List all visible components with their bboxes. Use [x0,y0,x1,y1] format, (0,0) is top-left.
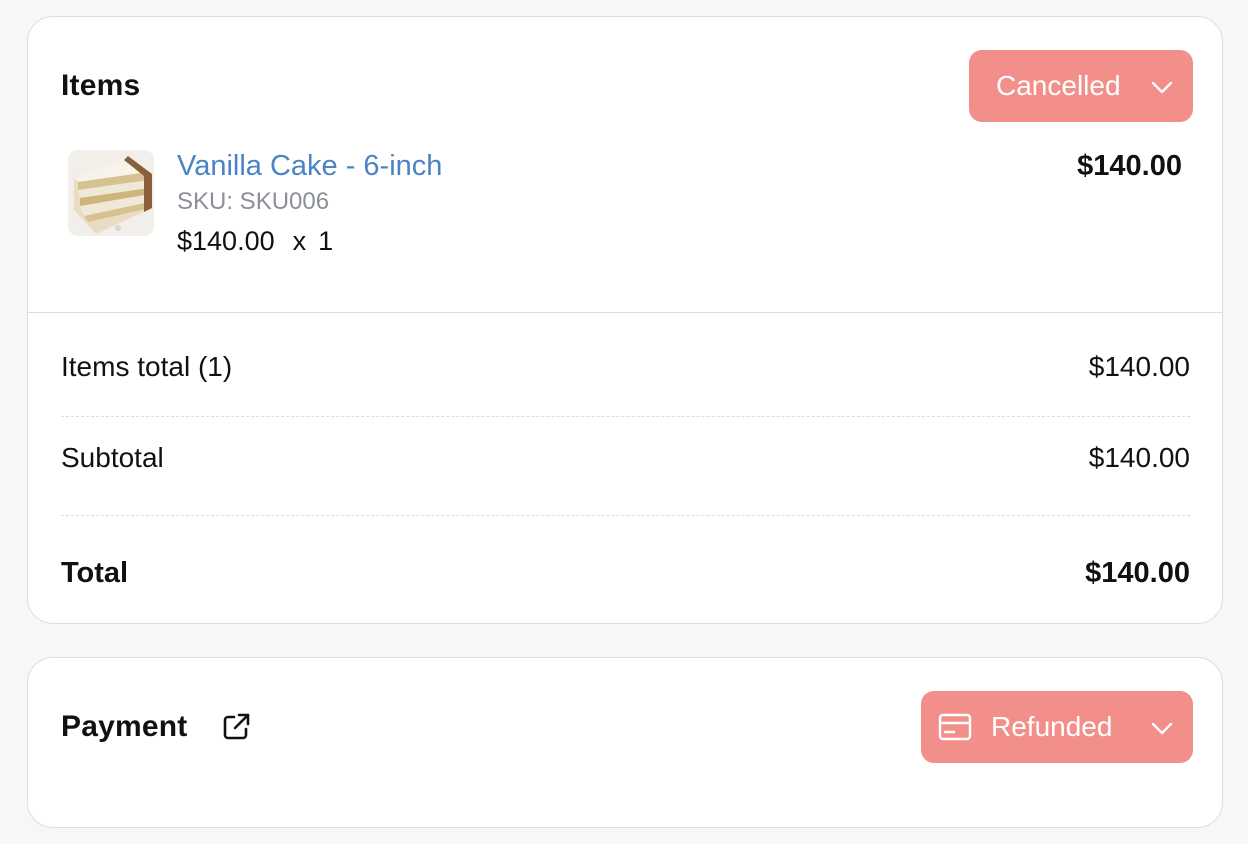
total-value: $140.00 [1085,557,1190,589]
subtotal-value: $140.00 [1088,442,1190,473]
credit-card-icon [938,713,972,741]
product-sku: SKU: SKU006 [177,188,330,215]
times-sign: x [292,226,307,256]
product-price-quantity: $140.00 x 1 [177,226,333,257]
subtotal-row: Subtotal $140.00 [61,442,1190,474]
product-line-total: $140.00 [1077,150,1182,182]
order-status-label: Cancelled [996,70,1121,101]
dashed-divider [61,416,1190,417]
product-unit-price: $140.00 [177,226,275,256]
chevron-down-icon [1151,81,1173,94]
payment-status-dropdown[interactable]: Refunded [921,691,1193,763]
chevron-down-icon [1151,722,1173,735]
items-total-value: $140.00 [1088,351,1190,382]
order-status-dropdown[interactable]: Cancelled [969,50,1193,122]
items-card: Items Cancelled Vanilla Cake - 6-inch SK… [27,16,1223,624]
items-total-label: Items total (1) [61,351,233,382]
payment-status-label: Refunded [991,711,1113,742]
payment-title: Payment [61,710,188,743]
total-label: Total [61,557,129,589]
external-link-icon[interactable] [219,710,253,744]
items-title: Items [61,69,141,102]
payment-card: Payment Refunded [27,657,1223,828]
product-quantity: 1 [318,226,334,256]
total-row: Total $140.00 [61,557,1190,590]
vanilla-cake-image [68,150,154,236]
dashed-divider [61,515,1190,516]
subtotal-label: Subtotal [61,442,164,473]
section-divider [28,312,1222,313]
product-thumbnail [68,150,154,236]
product-name-link[interactable]: Vanilla Cake - 6-inch [177,150,442,183]
items-total-row: Items total (1) $140.00 [61,351,1190,383]
